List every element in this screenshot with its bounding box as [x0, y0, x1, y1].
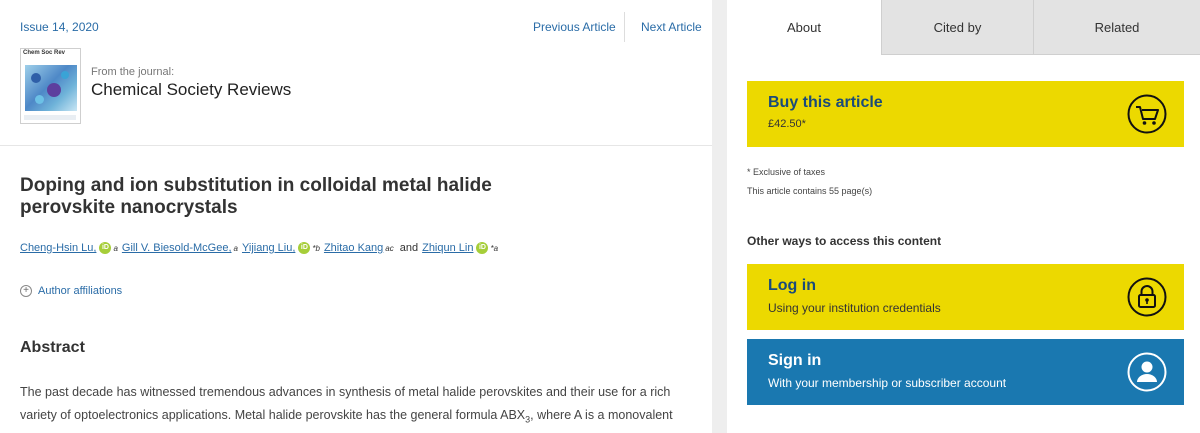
- page-count-note: This article contains 55 page(s): [747, 186, 873, 196]
- author-affiliation-marker: ac: [385, 243, 394, 253]
- abstract-heading: Abstract: [20, 339, 85, 356]
- journal-name-link[interactable]: Chemical Society Reviews: [91, 80, 291, 100]
- sign-in-button[interactable]: Sign in With your membership or subscrib…: [747, 339, 1184, 405]
- author-affiliation-marker: a: [233, 243, 238, 253]
- user-icon: [1127, 352, 1167, 392]
- article-price: £42.50*: [768, 118, 806, 130]
- issue-link[interactable]: Issue 14, 2020: [20, 20, 99, 34]
- author-link[interactable]: Cheng-Hsin Lu,: [20, 242, 96, 254]
- author-link[interactable]: Zhiqun Lin: [422, 242, 473, 254]
- author-affiliations-toggle[interactable]: + Author affiliations: [20, 285, 122, 297]
- taxes-note: * Exclusive of taxes: [747, 167, 826, 177]
- orcid-icon[interactable]: iD: [298, 242, 311, 254]
- author-link[interactable]: Gill V. Biesold-McGee,: [122, 242, 232, 254]
- log-in-subtitle: Using your institution credentials: [768, 301, 941, 315]
- sign-in-title: Sign in: [768, 352, 822, 369]
- sidebar-tabs: About Cited by Related: [727, 0, 1200, 55]
- and-text: and: [399, 242, 419, 254]
- article-title-line-2: perovskite nanocrystals: [20, 197, 238, 218]
- orcid-icon[interactable]: iD: [99, 242, 112, 254]
- author-affiliation-marker: a: [113, 243, 118, 253]
- author-affiliation-marker: *a: [490, 243, 499, 253]
- author-affiliation-marker: *b: [312, 243, 320, 253]
- article-panel: Issue 14, 2020 Previous Article Next Art…: [0, 0, 712, 433]
- tab-about[interactable]: About: [727, 0, 881, 55]
- author-affiliations-label: Author affiliations: [38, 285, 123, 297]
- tab-related[interactable]: Related: [1033, 0, 1200, 55]
- journal-header: Issue 14, 2020 Previous Article Next Art…: [0, 0, 712, 146]
- abstract-text: The past decade has witnessed tremendous…: [20, 381, 700, 432]
- article-title: Doping and ion substitution in colloidal…: [20, 175, 580, 219]
- page: Issue 14, 2020 Previous Article Next Art…: [0, 0, 1200, 433]
- author-link[interactable]: Zhitao Kang: [324, 242, 383, 254]
- nav-divider: [624, 12, 625, 42]
- buy-article-button[interactable]: Buy this article £42.50*: [747, 81, 1184, 147]
- abstract-line-1: The past decade has witnessed tremendous…: [20, 385, 671, 399]
- other-access-heading: Other ways to access this content: [747, 234, 942, 248]
- buy-article-title: Buy this article: [768, 94, 883, 111]
- article-title-line-1: Doping and ion substitution in colloidal…: [20, 175, 492, 196]
- log-in-title: Log in: [768, 277, 816, 294]
- journal-cover-image[interactable]: Chem Soc Rev: [20, 48, 81, 124]
- log-in-button[interactable]: Log in Using your institution credential…: [747, 264, 1184, 330]
- lock-icon: [1127, 277, 1167, 317]
- orcid-icon[interactable]: iD: [476, 242, 489, 254]
- author-list: Cheng-Hsin Lu, iD a Gill V. Biesold-McGe…: [20, 242, 502, 254]
- abstract-line-2b: , where A is a monovalent: [530, 408, 673, 422]
- tab-cited-by[interactable]: Cited by: [881, 0, 1033, 55]
- from-journal-label: From the journal:: [91, 66, 175, 78]
- cart-icon: [1127, 94, 1167, 134]
- sidebar: About Cited by Related Buy this article …: [727, 0, 1200, 433]
- cover-footer: [24, 115, 76, 120]
- cover-artwork: [25, 65, 77, 111]
- previous-article-link[interactable]: Previous Article: [533, 20, 616, 34]
- author-link[interactable]: Yijiang Liu,: [242, 242, 295, 254]
- sign-in-subtitle: With your membership or subscriber accou…: [768, 376, 1007, 390]
- next-article-link[interactable]: Next Article: [641, 20, 702, 34]
- cover-title: Chem Soc Rev: [23, 50, 66, 56]
- abstract-line-2a: variety of optoelectronics applications.…: [20, 408, 526, 422]
- plus-circle-icon: +: [20, 285, 32, 297]
